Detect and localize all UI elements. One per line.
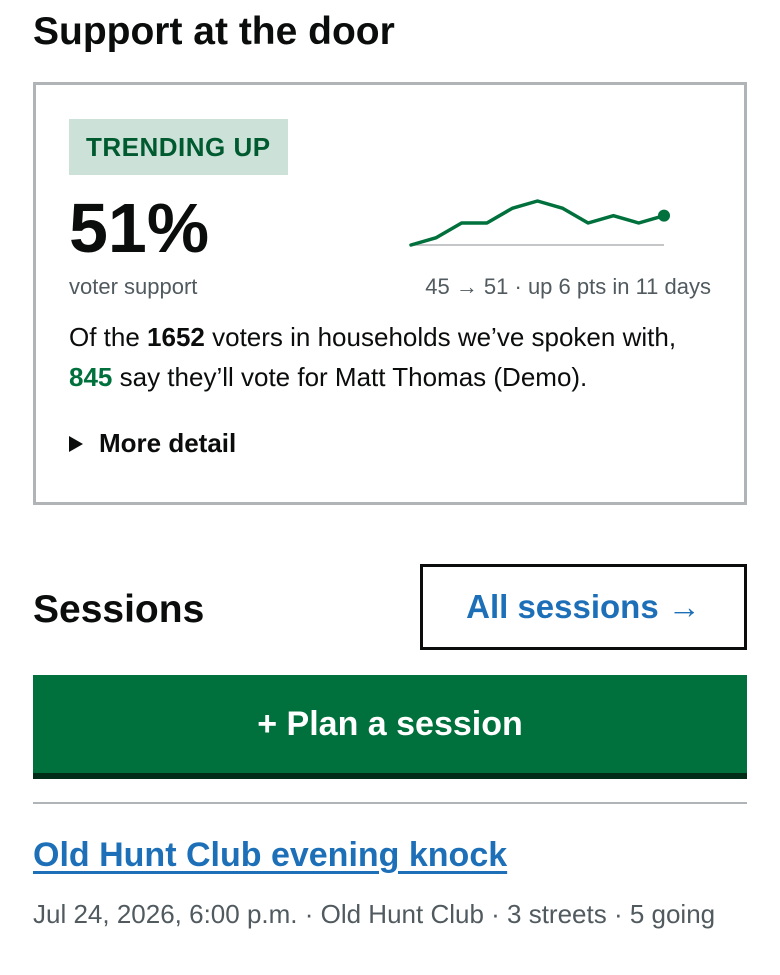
support-section-title: Support at the door — [33, 10, 395, 53]
more-detail-toggle[interactable]: More detail — [69, 428, 236, 459]
trending-badge: TRENDING UP — [69, 119, 288, 175]
session-meta: Jul 24, 2026, 6:00 p.m. · Old Hunt Club … — [33, 899, 716, 929]
all-sessions-link[interactable]: All sessions → — [420, 564, 747, 650]
triangle-right-icon — [69, 435, 83, 452]
voters-count: 1652 — [147, 322, 205, 352]
session-title-link[interactable]: Old Hunt Club evening knock — [33, 836, 507, 875]
support-trend-sparkline — [409, 199, 670, 247]
summary-text-part: voters in households we’ve spoken with, — [204, 322, 677, 352]
summary-text-part: say they’ll vote for Matt Thomas (Demo). — [112, 362, 588, 392]
sessions-section-title: Sessions — [33, 588, 205, 631]
divider — [33, 802, 747, 804]
sparkline-line — [409, 199, 666, 247]
more-detail-label: More detail — [99, 428, 237, 458]
summary-text-part: Of the — [69, 322, 148, 352]
plan-session-button[interactable]: + Plan a session — [33, 675, 747, 779]
supporters-count: 845 — [69, 362, 113, 392]
support-summary-card: TRENDING UP 51% voter support 45 → 51 · … — [33, 82, 747, 505]
support-summary-text: Of the 1652 voters in households we’ve s… — [69, 317, 719, 397]
trend-caption: 45 → 51 · up 6 pts in 11 days — [425, 274, 711, 299]
support-percent-label: voter support — [69, 274, 198, 299]
sparkline-latest-point — [658, 209, 670, 222]
support-percent: 51% — [69, 189, 210, 267]
